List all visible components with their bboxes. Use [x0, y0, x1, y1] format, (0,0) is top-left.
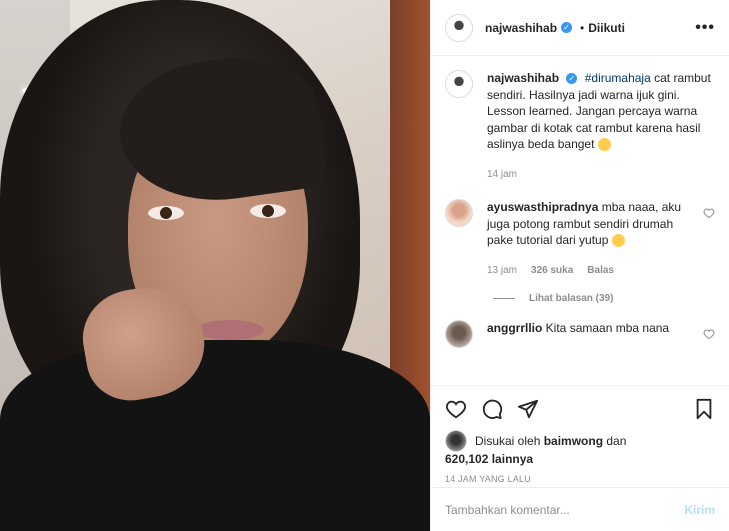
instagram-post: najwashihab ✓ • Diikuti ••• najwashihab …: [0, 0, 729, 531]
view-replies-label: Lihat balasan (39): [529, 293, 614, 304]
follow-status-button[interactable]: Diikuti: [588, 21, 625, 35]
caption-avatar[interactable]: [445, 70, 473, 98]
liker-avatar[interactable]: [445, 430, 467, 452]
caption-username[interactable]: najwashihab: [487, 71, 559, 85]
action-icons: [445, 394, 715, 424]
likes-count-button[interactable]: 620,102 lainnya: [445, 452, 715, 466]
liked-by-prefix: Disukai oleh: [475, 434, 544, 448]
photo-lips: [196, 320, 264, 340]
liked-by-suffix: dan: [603, 434, 627, 448]
comment-like-heart-icon[interactable]: [703, 207, 715, 219]
laughing-emoji-icon: [611, 234, 625, 248]
liked-by-user[interactable]: baimwong: [544, 434, 603, 448]
commenter-avatar[interactable]: [445, 199, 473, 227]
likes-count: 620,102: [445, 452, 489, 466]
comment-bubble-icon[interactable]: [481, 398, 503, 420]
liked-by: Disukai oleh baimwong dan: [445, 430, 715, 452]
commenter-avatar[interactable]: [445, 320, 473, 348]
comment-time[interactable]: 13 jam: [487, 263, 517, 280]
photo-eye-right: [250, 204, 286, 218]
photo-eye-left: [148, 206, 184, 220]
caption-time[interactable]: 14 jam: [487, 167, 517, 184]
likes-others: lainnya: [488, 452, 534, 466]
commenter-username[interactable]: ayuswasthipradnya: [487, 200, 598, 214]
post-side-panel: najwashihab ✓ • Diikuti ••• najwashihab …: [430, 0, 729, 531]
post-photo[interactable]: [0, 0, 430, 531]
author-avatar[interactable]: [445, 13, 473, 42]
author-username[interactable]: najwashihab: [485, 21, 557, 35]
save-bookmark-icon[interactable]: [693, 398, 715, 420]
header-separator: •: [580, 20, 585, 35]
post-actions: Disukai oleh baimwong dan 620,102 lainny…: [431, 385, 729, 531]
verified-badge-icon: ✓: [566, 73, 578, 85]
comment-text: Kita samaan mba nana: [542, 321, 670, 335]
photo-shirt: [0, 340, 430, 531]
like-heart-icon[interactable]: [445, 398, 467, 420]
view-replies-button[interactable]: Lihat balasan (39): [493, 293, 715, 304]
rolling-eyes-emoji-icon: [597, 138, 611, 152]
comments-list[interactable]: najwashihab ✓ #dirumahaja cat rambut sen…: [431, 56, 729, 385]
post-comment-button[interactable]: Kirim: [684, 503, 715, 517]
post-timestamp[interactable]: 14 JAM YANG LALU: [445, 474, 715, 484]
add-comment-input[interactable]: [445, 502, 685, 517]
comment-item: ayuswasthipradnya mba naaa, aku juga pot…: [445, 199, 715, 279]
comment-reply-button[interactable]: Balas: [587, 263, 614, 280]
add-comment-bar: Kirim: [431, 487, 729, 531]
comment-like-heart-icon[interactable]: [703, 328, 715, 340]
comment-likes[interactable]: 326 suka: [531, 263, 573, 280]
caption-hashtag[interactable]: #dirumahaja: [585, 71, 651, 85]
commenter-username[interactable]: anggrrllio: [487, 321, 542, 335]
comment-item: anggrrllio Kita samaan mba nana: [445, 320, 715, 348]
replies-divider: [493, 298, 515, 299]
more-options-icon[interactable]: •••: [695, 19, 715, 37]
share-paper-plane-icon[interactable]: [517, 398, 539, 420]
post-header: najwashihab ✓ • Diikuti •••: [431, 0, 729, 56]
verified-badge-icon: ✓: [561, 22, 573, 33]
caption: najwashihab ✓ #dirumahaja cat rambut sen…: [445, 70, 715, 183]
